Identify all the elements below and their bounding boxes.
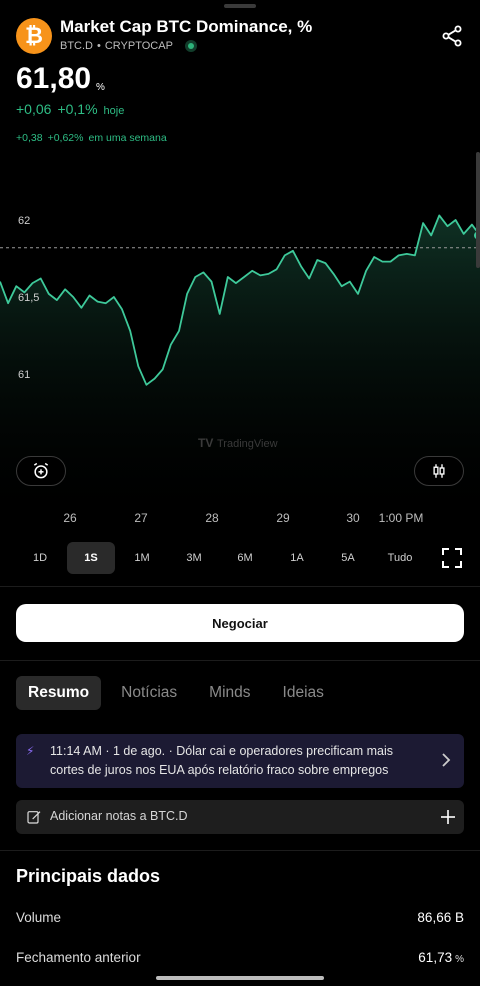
divider <box>0 586 480 587</box>
price-unit: % <box>96 82 105 93</box>
range-1d[interactable]: 1D <box>16 542 64 574</box>
range-6m[interactable]: 6M <box>221 542 269 574</box>
key-data-row-prev-close: Fechamento anterior 61,73% <box>16 948 464 970</box>
key-data-title: Principais dados <box>16 866 161 886</box>
tab-resumo[interactable]: Resumo <box>16 676 102 710</box>
trade-button[interactable]: Negociar <box>16 604 464 642</box>
exchange-label: CRYPTOCAP <box>104 40 173 52</box>
range-5a[interactable]: 5A <box>324 542 372 574</box>
plus-icon <box>441 810 455 824</box>
x-axis-tick-label: 26 <box>63 511 77 525</box>
chevron-right-icon <box>442 753 451 767</box>
key-data-value: 86,66 B <box>417 910 464 925</box>
ticker-label: BTC.D <box>60 40 93 52</box>
value-unit: B <box>454 910 464 925</box>
x-axis-tick-label: 27 <box>134 511 148 525</box>
week-change-period: em uma semana <box>88 132 167 144</box>
news-headline: 11:14 AM · 1 de ago. · Dólar cai e opera… <box>50 744 393 777</box>
tradingview-watermark: TV TradingView <box>198 436 278 450</box>
key-data-value: 61,73% <box>418 950 464 965</box>
tab-minds[interactable]: Minds <box>197 676 262 710</box>
home-indicator[interactable] <box>156 976 324 980</box>
add-alert-button[interactable] <box>16 456 66 486</box>
range-1s[interactable]: 1S <box>67 542 115 574</box>
key-data-row-volume: Volume 86,66 B <box>16 908 464 930</box>
market-status-dot <box>184 40 197 52</box>
y-axis-tick-label: 61 <box>18 369 30 381</box>
range-1m[interactable]: 1M <box>118 542 166 574</box>
share-icon[interactable] <box>440 24 464 48</box>
chart-scroll-handle[interactable] <box>476 152 480 268</box>
alarm-plus-icon <box>33 462 49 479</box>
change-absolute: +0,06 <box>16 101 52 117</box>
tab-ideias[interactable]: Ideias <box>271 676 336 710</box>
divider <box>0 660 480 661</box>
symbol-title: Market Cap BTC Dominance, % <box>60 17 313 36</box>
chart-area-fill <box>0 215 480 530</box>
time-range-selector: 1D 1S 1M 3M 6M 1A 5A Tudo <box>0 542 480 576</box>
y-axis-tick-label: 62 <box>18 215 30 227</box>
week-change-percent: +0,62% <box>47 132 84 144</box>
range-3m[interactable]: 3M <box>170 542 218 574</box>
key-data-label: Fechamento anterior <box>16 950 141 965</box>
content-tabs: Resumo Notícias Minds Ideias <box>16 676 344 710</box>
bitcoin-logo-icon: ₿ <box>16 18 52 54</box>
add-notes-label: Adicionar notas a BTC.D <box>50 809 188 823</box>
value-number: 86,66 <box>417 910 452 925</box>
change-period: hoje <box>103 105 125 117</box>
symbol-header: ₿ Market Cap BTC Dominance, % BTC.D • CR… <box>0 14 480 58</box>
weekly-change: +0,38 +0,62% em uma semana <box>16 132 167 144</box>
lightning-icon: ⚡ <box>26 744 35 758</box>
symbol-subtitle: BTC.D • CRYPTOCAP <box>60 40 197 52</box>
edit-note-icon <box>27 811 41 824</box>
x-axis-tick-label: 1:00 PM <box>379 511 424 525</box>
tradingview-watermark-text: TradingView <box>217 438 278 450</box>
x-axis-tick-label: 28 <box>205 511 219 525</box>
divider <box>0 850 480 851</box>
drag-handle[interactable] <box>224 4 256 8</box>
tab-noticias[interactable]: Notícias <box>109 676 189 710</box>
range-all[interactable]: Tudo <box>376 542 424 574</box>
tradingview-logo-icon: TV <box>198 436 213 450</box>
fullscreen-icon[interactable] <box>440 546 464 570</box>
change-percent: +0,1% <box>57 101 98 117</box>
news-card[interactable]: ⚡ 11:14 AM · 1 de ago. · Dólar cai e ope… <box>16 734 464 788</box>
value-unit: % <box>455 954 464 965</box>
week-change-absolute: +0,38 <box>16 132 43 144</box>
value-number: 61,73 <box>418 950 453 965</box>
separator-dot: • <box>97 40 101 52</box>
y-axis-tick-label: 61,5 <box>18 292 39 304</box>
range-1a[interactable]: 1A <box>273 542 321 574</box>
x-axis-tick-label: 30 <box>346 511 360 525</box>
chart-style-button[interactable] <box>414 456 464 486</box>
daily-change: +0,06 +0,1% hoje <box>16 101 124 117</box>
key-data-label: Volume <box>16 910 62 925</box>
current-price: 61,80 <box>16 62 92 95</box>
candlestick-icon <box>433 464 445 478</box>
price-chart[interactable]: 62 61,5 61 TV TradingView 26 27 28 29 30 1:00 PM <box>0 150 480 530</box>
x-axis-tick-label: 29 <box>276 511 290 525</box>
add-notes-button[interactable]: Adicionar notas a BTC.D <box>16 800 464 834</box>
